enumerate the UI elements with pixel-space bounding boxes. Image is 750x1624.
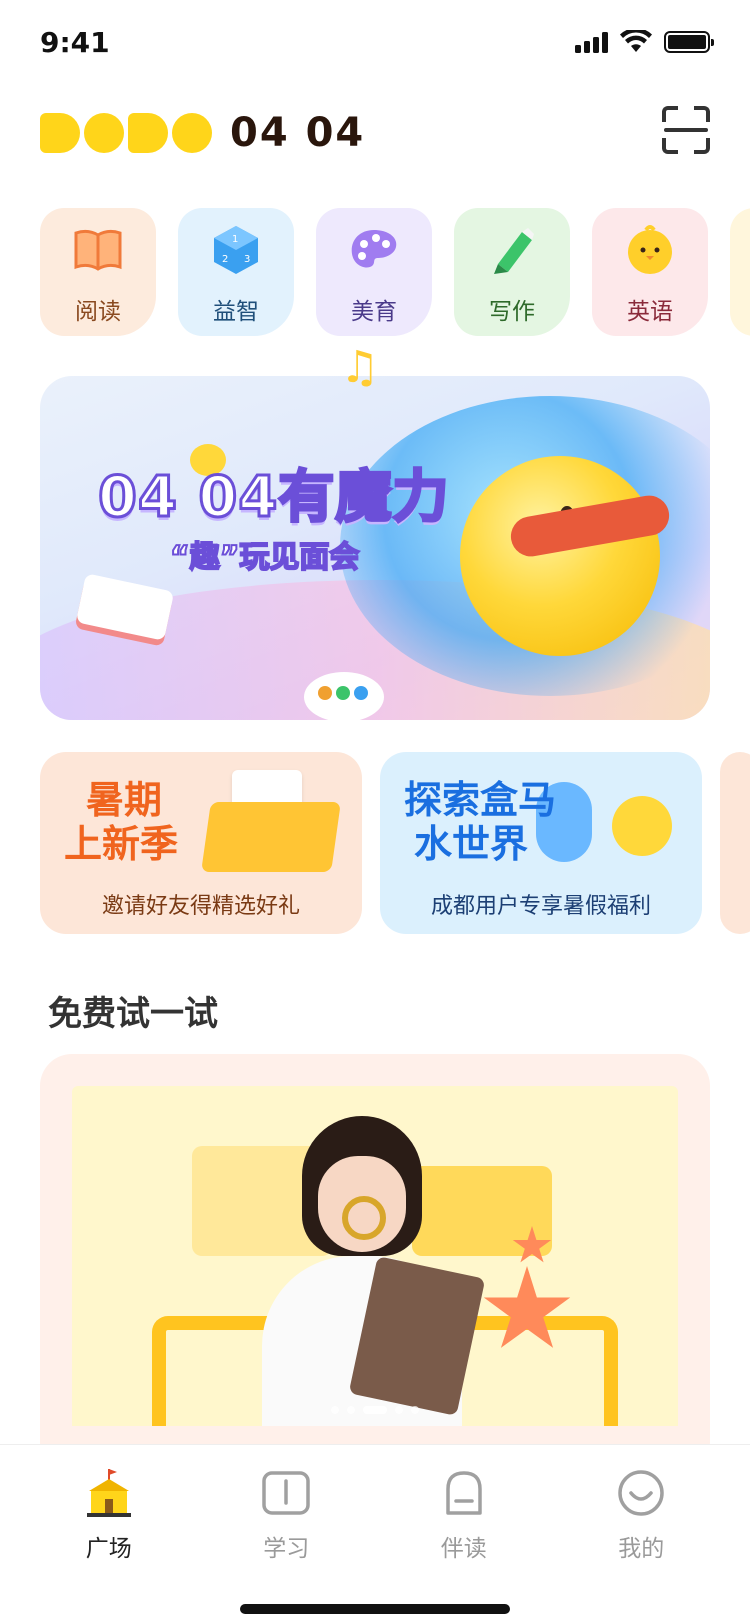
book-icon xyxy=(260,1467,312,1519)
battery-icon xyxy=(664,31,714,53)
scan-button[interactable] xyxy=(662,106,710,154)
chick-icon xyxy=(622,222,678,278)
music-note-icon: ♫ xyxy=(340,342,380,393)
logo-mark xyxy=(128,113,168,153)
girl-reading-image xyxy=(222,1116,502,1426)
promo-card-summer[interactable]: 暑期 上新季 邀请好友得精选好礼 xyxy=(40,752,362,934)
tab-label: 广场 xyxy=(85,1536,132,1562)
dice-icon: 12 3 xyxy=(208,222,264,278)
category-more[interactable] xyxy=(730,208,750,336)
tab-label: 我的 xyxy=(618,1536,665,1562)
svg-text:3: 3 xyxy=(244,254,250,265)
tab-study[interactable]: 学习 xyxy=(221,1445,351,1563)
category-art[interactable]: 美育 xyxy=(316,208,432,336)
pen-icon xyxy=(484,222,540,278)
category-reading[interactable]: 阅读 xyxy=(40,208,156,336)
status-bar: 9:41 xyxy=(0,0,750,88)
status-time: 9:41 xyxy=(40,26,110,59)
category-puzzle[interactable]: 12 3 益智 xyxy=(178,208,294,336)
palette-icon xyxy=(346,222,402,278)
smile-icon xyxy=(615,1467,667,1519)
carousel-indicator xyxy=(72,1406,678,1414)
tab-companion[interactable]: 伴读 xyxy=(399,1445,529,1563)
tab-label: 学习 xyxy=(263,1536,310,1562)
promo-title: 暑期 上新季 xyxy=(64,778,179,866)
app-header: 04 04 xyxy=(0,100,750,164)
promo-subtitle: 邀请好友得精选好礼 xyxy=(101,894,300,919)
category-label: 英语 xyxy=(627,299,673,325)
promo-title: 探索盒马 水世界 xyxy=(404,778,557,866)
school-icon xyxy=(83,1467,135,1519)
promo-subtitle: 成都用户专享暑假福利 xyxy=(430,894,651,919)
gift-box-icon xyxy=(201,802,341,872)
category-label: 写作 xyxy=(489,299,535,325)
section-title: 免费试一试 xyxy=(48,994,218,1034)
category-list: 阅读 12 3 益智 美育 写作 英语 xyxy=(40,208,750,336)
logo-mark xyxy=(172,113,212,153)
promo-card-next[interactable] xyxy=(720,752,750,934)
palette-icon xyxy=(304,672,384,722)
home-indicator xyxy=(240,1604,510,1614)
logo-mark xyxy=(84,113,124,153)
book-icon xyxy=(70,222,126,278)
category-label: 美育 xyxy=(351,299,397,325)
free-trial-card[interactable] xyxy=(40,1054,710,1474)
tab-square[interactable]: 广场 xyxy=(44,1445,174,1563)
category-writing[interactable]: 写作 xyxy=(454,208,570,336)
banner-title: 04 04有魔力 xyxy=(96,464,450,532)
chick-mascot-image xyxy=(612,796,672,856)
trial-image xyxy=(72,1086,678,1426)
status-icons xyxy=(575,30,714,54)
tab-profile[interactable]: 我的 xyxy=(576,1445,706,1563)
wifi-icon xyxy=(620,30,652,52)
tab-bar: 广场 学习 伴读 我的 xyxy=(0,1444,750,1624)
tab-label: 伴读 xyxy=(440,1536,487,1562)
backpack-icon xyxy=(438,1467,490,1519)
svg-text:2: 2 xyxy=(222,254,228,265)
hero-banner[interactable]: ♫ 04 04有魔力 “趣”玩见面会 xyxy=(40,342,710,722)
logo-text: 04 04 xyxy=(230,110,366,156)
cellular-signal-icon xyxy=(575,31,608,53)
svg-text:1: 1 xyxy=(232,234,238,245)
category-label: 阅读 xyxy=(75,299,121,325)
logo-mark xyxy=(40,113,80,153)
promo-card-hema[interactable]: 探索盒马 水世界 成都用户专享暑假福利 xyxy=(380,752,702,934)
banner-subtitle: “趣”玩见面会 xyxy=(169,539,360,576)
mascot-image xyxy=(460,456,673,656)
category-english[interactable]: 英语 xyxy=(592,208,708,336)
promo-list: 暑期 上新季 邀请好友得精选好礼 探索盒马 水世界 成都用户专享暑假福利 xyxy=(40,752,750,934)
app-logo: 04 04 xyxy=(40,110,365,156)
category-label: 益智 xyxy=(213,299,259,325)
scan-icon xyxy=(664,128,708,132)
